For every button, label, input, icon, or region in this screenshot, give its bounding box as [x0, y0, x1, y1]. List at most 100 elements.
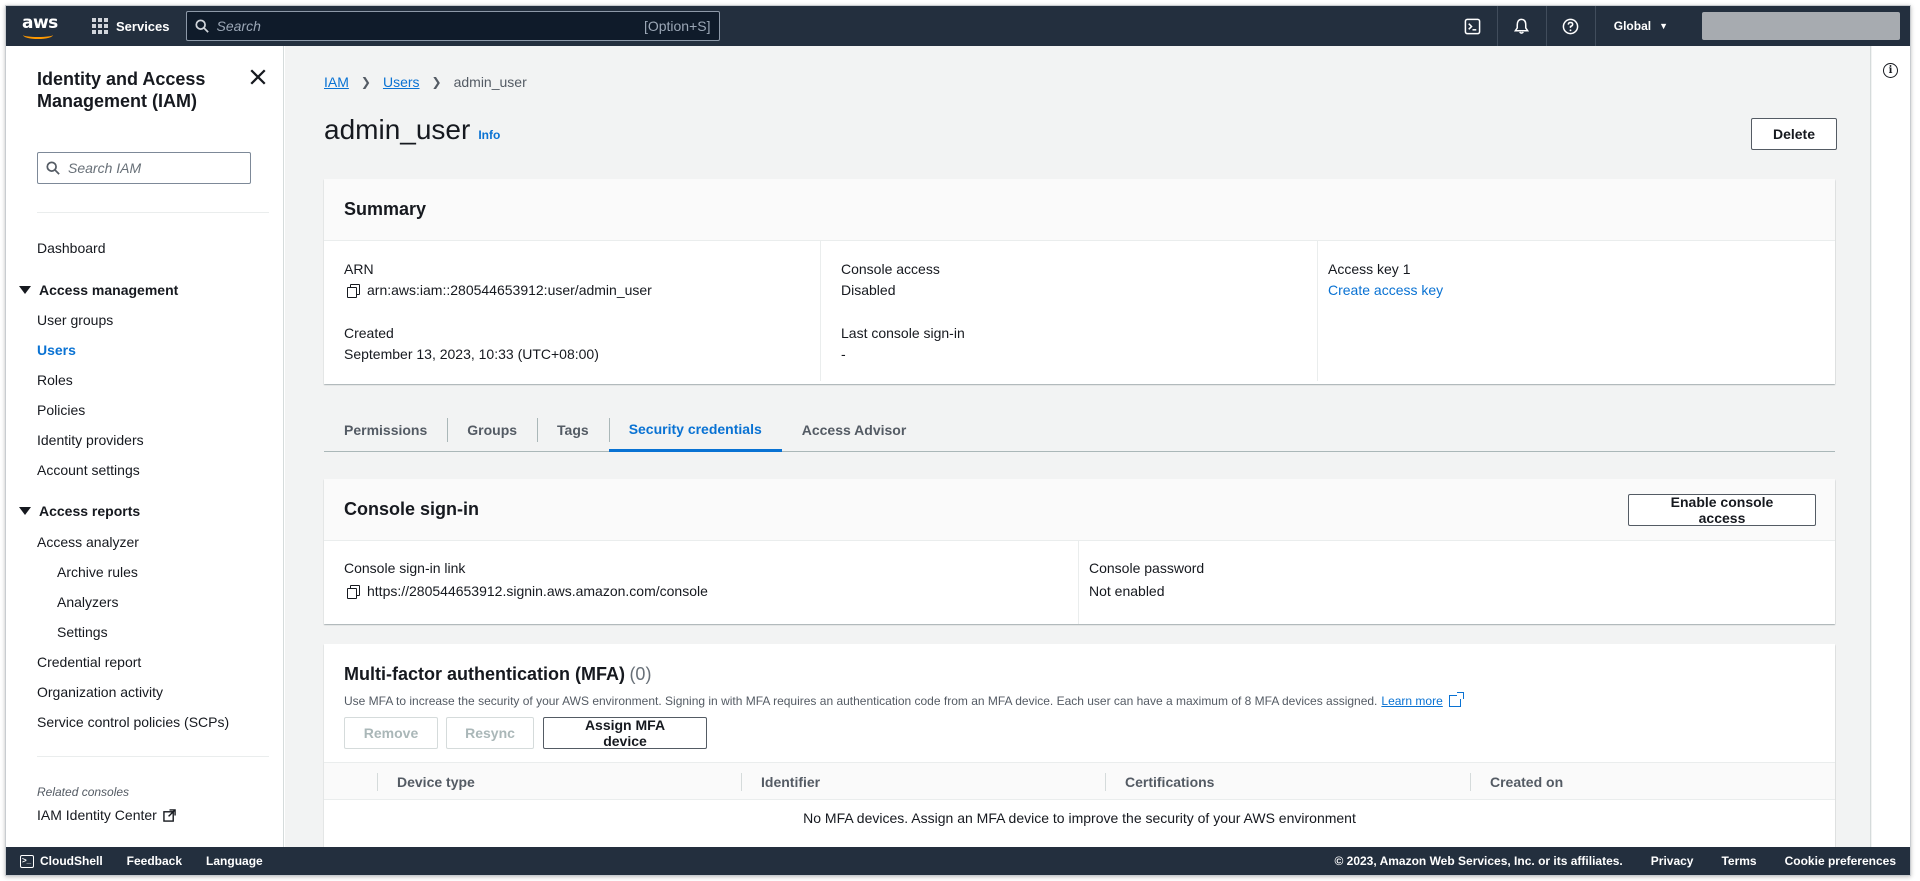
page-title-text: admin_user	[324, 114, 471, 145]
region-selector[interactable]: Global ▼	[1594, 6, 1686, 46]
info-icon[interactable]: i	[1883, 63, 1898, 78]
section-access-management[interactable]: Access management	[19, 282, 178, 298]
sidebar-item-roles[interactable]: Roles	[37, 372, 73, 388]
sidebar-item-account-settings[interactable]: Account settings	[37, 462, 140, 478]
column-certifications[interactable]: Certifications	[1105, 763, 1214, 801]
tab-permissions[interactable]: Permissions	[324, 408, 447, 451]
sidebar-item-analyzers[interactable]: Analyzers	[57, 594, 118, 610]
column-device-type[interactable]: Device type	[377, 763, 475, 801]
sidebar-item-settings[interactable]: Settings	[57, 624, 108, 640]
external-link-icon	[163, 808, 176, 822]
breadcrumb-users[interactable]: Users	[383, 74, 420, 90]
feedback-link[interactable]: Feedback	[127, 854, 182, 868]
signin-link-text: https://280544653912.signin.aws.amazon.c…	[367, 583, 708, 599]
service-title[interactable]: Identity and Access Management (IAM)	[37, 68, 237, 112]
create-access-key-link[interactable]: Create access key	[1328, 282, 1443, 298]
region-label: Global	[1613, 19, 1652, 33]
section-access-reports[interactable]: Access reports	[19, 503, 140, 519]
assign-mfa-device-button[interactable]: Assign MFA device	[543, 717, 707, 749]
resync-button[interactable]: Resync	[446, 717, 534, 749]
sidebar-item-user-groups[interactable]: User groups	[37, 312, 113, 328]
tab-tags[interactable]: Tags	[537, 408, 609, 451]
remove-button[interactable]: Remove	[344, 717, 438, 749]
tab-access-advisor[interactable]: Access Advisor	[782, 408, 927, 451]
sidebar-item-policies[interactable]: Policies	[37, 402, 85, 418]
cloudshell-icon: >_	[20, 854, 34, 868]
mfa-table-header: Device type Identifier Certifications Cr…	[324, 762, 1835, 800]
mfa-title: Multi-factor authentication (MFA)	[344, 664, 625, 684]
tab-security-credentials[interactable]: Security credentials	[608, 408, 782, 452]
copy-icon[interactable]	[347, 284, 360, 298]
aws-smile-icon	[23, 31, 53, 39]
services-menu[interactable]: Services	[116, 19, 170, 34]
signin-link-value: https://280544653912.signin.aws.amazon.c…	[347, 583, 708, 599]
side-navigation: Identity and Access Management (IAM) Sea…	[6, 46, 284, 849]
sidebar-item-access-analyzer[interactable]: Access analyzer	[37, 534, 139, 550]
sidebar-item-users[interactable]: Users	[37, 342, 76, 358]
divider	[37, 212, 269, 213]
created-label: Created	[344, 325, 394, 341]
global-search-input[interactable]: Search [Option+S]	[185, 11, 720, 41]
console-password-label: Console password	[1089, 560, 1205, 576]
console-access-value: Disabled	[841, 282, 896, 298]
section-label: Access reports	[39, 503, 141, 519]
aws-logo-text: aws	[22, 13, 58, 33]
select-column	[344, 774, 360, 790]
search-shortcut: [Option+S]	[643, 18, 711, 34]
sidebar-item-dashboard[interactable]: Dashboard	[37, 240, 106, 256]
info-link[interactable]: Info	[478, 128, 500, 142]
search-icon	[46, 161, 60, 175]
sidebar-item-credential-report[interactable]: Credential report	[37, 654, 141, 670]
caret-down-icon	[19, 507, 31, 515]
sidebar-search-input[interactable]: Search IAM	[37, 152, 251, 184]
external-link-icon	[1448, 692, 1464, 707]
cloudshell-button[interactable]: >_ CloudShell	[20, 854, 103, 868]
arn-label: ARN	[344, 261, 374, 277]
services-grid-icon[interactable]	[92, 18, 108, 34]
chevron-right-icon: ❯	[360, 75, 371, 89]
copy-icon[interactable]	[347, 585, 360, 599]
iam-identity-center-link[interactable]: IAM Identity Center	[37, 807, 176, 823]
column-created-on[interactable]: Created on	[1470, 763, 1563, 801]
account-menu[interactable]	[1702, 12, 1900, 40]
close-icon[interactable]	[249, 68, 267, 86]
privacy-link[interactable]: Privacy	[1651, 854, 1694, 868]
learn-more-link[interactable]: Learn more	[1381, 694, 1442, 708]
access-key-label: Access key 1	[1328, 261, 1411, 277]
sidebar-item-organization-activity[interactable]: Organization activity	[37, 684, 163, 700]
sidebar-item-identity-providers[interactable]: Identity providers	[37, 432, 144, 448]
console-window: aws Services Search [Option+S] Global ▼	[5, 5, 1911, 876]
mfa-description-text: Use MFA to increase the security of your…	[344, 694, 1378, 708]
mfa-empty-message: No MFA devices. Assign an MFA device to …	[803, 810, 1356, 826]
top-navigation: aws Services Search [Option+S] Global ▼	[6, 6, 1910, 46]
console-footer: >_ CloudShell Feedback Language © 2023, …	[6, 847, 1910, 875]
column-identifier[interactable]: Identifier	[741, 763, 820, 801]
aws-logo[interactable]: aws	[20, 11, 70, 41]
sidebar-item-archive-rules[interactable]: Archive rules	[57, 564, 138, 580]
sidebar-item-scps[interactable]: Service control policies (SCPs)	[37, 714, 229, 730]
breadcrumb-iam[interactable]: IAM	[324, 74, 349, 90]
help-icon[interactable]	[1545, 6, 1595, 46]
last-signin-value: -	[841, 346, 846, 362]
language-selector[interactable]: Language	[206, 854, 263, 868]
divider	[37, 756, 269, 757]
console-signin-title: Console sign-in	[344, 499, 479, 519]
console-password-value: Not enabled	[1089, 583, 1165, 599]
search-placeholder: Search	[216, 18, 261, 34]
enable-console-access-button[interactable]: Enable console access	[1628, 494, 1816, 526]
tab-bar: Permissions Groups Tags Security credent…	[324, 408, 1835, 452]
summary-col-3: Access key 1 Create access key	[1317, 241, 1835, 381]
tab-groups[interactable]: Groups	[447, 408, 537, 451]
arn-value: arn:aws:iam::280544653912:user/admin_use…	[347, 282, 652, 298]
signin-link-col: Console sign-in link https://28054465391…	[324, 541, 1078, 624]
notifications-bell-icon[interactable]	[1496, 6, 1546, 46]
cloudshell-icon[interactable]	[1448, 6, 1497, 46]
caret-down-icon: ▼	[1659, 21, 1668, 31]
related-consoles-label: Related consoles	[37, 785, 130, 799]
sidebar-search-placeholder: Search IAM	[68, 160, 142, 176]
cookie-preferences-link[interactable]: Cookie preferences	[1785, 854, 1896, 868]
caret-down-icon	[19, 286, 31, 294]
delete-button[interactable]: Delete	[1751, 118, 1837, 150]
terms-link[interactable]: Terms	[1721, 854, 1756, 868]
summary-header: Summary	[324, 179, 1835, 241]
